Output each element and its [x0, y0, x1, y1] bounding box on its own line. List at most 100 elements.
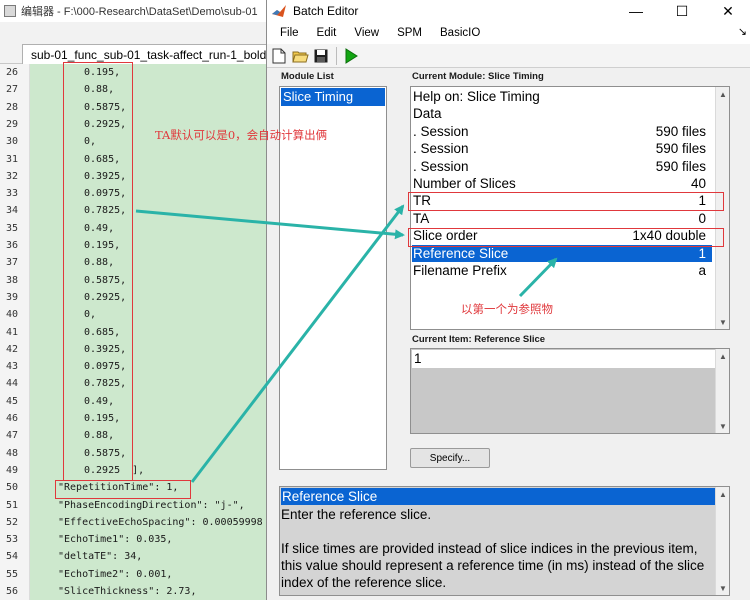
module-param-label: Number of Slices — [413, 176, 516, 191]
line-number: 43 — [6, 361, 19, 373]
save-button[interactable] — [311, 46, 331, 66]
help-line — [281, 523, 715, 540]
editor-body[interactable]: 26 27 28 29 30 31 32 33 34 35 36 37 38 39 40 41 42 43 44 45… — [0, 64, 300, 600]
code-line[interactable]: "EffectiveEchoSpacing": 0.00059998 — [58, 514, 263, 531]
line-number: 26 — [6, 67, 19, 78]
module-param-value: 590 files — [655, 158, 706, 174]
open-button[interactable] — [290, 46, 310, 66]
line-number: 54 — [6, 551, 19, 563]
line-number: 33 — [6, 188, 19, 200]
menu-view[interactable]: View — [345, 23, 388, 43]
slice-times-highlight-box — [63, 62, 133, 481]
module-param-value: 40 — [690, 176, 706, 191]
module-param-row[interactable]: Data — [412, 105, 712, 122]
module-list-label: Module List — [281, 71, 334, 82]
run-button[interactable] — [341, 46, 361, 66]
line-number: 51 — [6, 499, 19, 511]
editor-app-icon — [4, 5, 16, 17]
code-line[interactable]: "deltaTE": 34, — [58, 548, 142, 565]
editor-file-tab-label: sub-01_func_sub-01_task-affect_run-1_bol… — [31, 47, 267, 62]
line-number: 41 — [6, 326, 19, 338]
line-number: 48 — [6, 447, 19, 459]
new-button[interactable] — [269, 46, 289, 66]
code-line[interactable]: "EchoTime1": 0.035, — [58, 531, 172, 548]
line-number: 49 — [6, 464, 19, 476]
module-param-row[interactable]: . Session 590 files — [412, 123, 712, 140]
slice-order-highlight-box — [408, 228, 724, 247]
module-param-row[interactable]: Filename Prefix a — [412, 262, 712, 279]
current-item-list[interactable]: 1 ▲ ▼ — [410, 348, 730, 434]
line-number-gutter: 26 27 28 29 30 31 32 33 34 35 36 37 38 39 40 41 42 43 44 45… — [0, 64, 30, 600]
reference-annotation: 以第一个为参照物 — [461, 302, 553, 316]
editor-file-tab[interactable]: sub-01_func_sub-01_task-affect_run-1_bol… — [22, 44, 300, 64]
minimize-button[interactable]: — — [613, 0, 659, 22]
current-item-value[interactable]: 1 — [412, 350, 715, 368]
run-triangle-icon — [345, 47, 358, 64]
menu-edit[interactable]: Edit — [308, 23, 346, 43]
module-param-label: . Session — [413, 123, 469, 139]
minimize-icon: — — [629, 3, 643, 19]
line-number: 39 — [6, 291, 19, 303]
code-line[interactable]: "PhaseEncodingDirection": "j-", — [58, 497, 245, 514]
line-number: 36 — [6, 240, 19, 251]
menu-spm[interactable]: SPM — [388, 23, 431, 43]
help-line: index of the reference slice. — [281, 575, 447, 590]
batch-title: Batch Editor — [293, 4, 359, 18]
module-param-value: a — [698, 263, 706, 278]
repetition-time-highlight-box — [55, 480, 191, 499]
open-folder-icon — [291, 51, 309, 62]
code-line[interactable]: "EchoTime2": 0.001, — [58, 566, 172, 583]
specify-button[interactable]: Specify... — [410, 448, 490, 468]
menu-basicio[interactable]: BasicIO — [431, 23, 489, 43]
module-list[interactable]: Slice Timing — [279, 86, 387, 470]
editor-titlebar: 编辑器 - F:\000-Research\DataSet\Demo\sub-0… — [0, 0, 300, 22]
line-number: 31 — [6, 153, 19, 165]
help-line: If slice times are provided instead of s… — [281, 541, 698, 556]
line-number: 35 — [6, 222, 19, 234]
current-item-scrollbar[interactable]: ▲ ▼ — [715, 349, 729, 433]
line-number: 46 — [6, 413, 19, 424]
module-param-row[interactable]: Reference Slice 1 — [412, 244, 712, 262]
save-disk-icon — [314, 49, 328, 62]
line-number: 45 — [6, 395, 19, 407]
line-number: 52 — [6, 516, 19, 528]
close-button[interactable]: ✕ — [705, 0, 750, 22]
module-param-label: TA — [413, 210, 430, 226]
module-param-label: Reference Slice — [413, 245, 509, 261]
help-panel[interactable]: Reference Slice Enter the reference slic… — [279, 486, 730, 596]
menu-file[interactable]: File — [271, 23, 308, 43]
scroll-up-icon[interactable]: ▲ — [716, 87, 729, 101]
new-file-icon — [272, 48, 286, 63]
line-number: 37 — [6, 257, 19, 269]
line-number: 29 — [6, 118, 19, 130]
batch-titlebar: Batch Editor — ☐ ✕ — [267, 0, 750, 22]
scroll-up-icon[interactable]: ▲ — [716, 487, 729, 501]
scroll-down-icon[interactable]: ▼ — [716, 419, 729, 433]
scroll-up-icon[interactable]: ▲ — [716, 349, 729, 363]
module-param-row[interactable]: Number of Slices 40 — [412, 175, 712, 192]
module-param-row[interactable]: Help on: Slice Timing — [412, 88, 712, 105]
line-number: 47 — [6, 430, 19, 442]
maximize-button[interactable]: ☐ — [659, 0, 705, 22]
line-number: 53 — [6, 534, 19, 546]
tr-row-highlight-box — [408, 192, 724, 211]
line-number: 56 — [6, 586, 19, 597]
line-number: 40 — [6, 309, 19, 321]
module-param-label: Filename Prefix — [413, 263, 507, 278]
menu-overflow-icon[interactable]: ↘ — [738, 25, 747, 38]
module-param-label: . Session — [413, 158, 469, 174]
module-item-slice-timing[interactable]: Slice Timing — [281, 88, 385, 106]
module-param-row[interactable]: TA 0 — [412, 210, 712, 227]
line-number: 55 — [6, 568, 19, 580]
line-number: 28 — [6, 101, 19, 113]
module-param-row[interactable]: . Session 590 files — [412, 158, 712, 175]
scroll-down-icon[interactable]: ▼ — [716, 581, 729, 595]
scroll-down-icon[interactable]: ▼ — [716, 315, 729, 329]
module-param-value: 590 files — [655, 141, 706, 157]
module-param-row[interactable]: . Session 590 files — [412, 140, 712, 157]
help-scrollbar[interactable]: ▲ ▼ — [715, 487, 729, 595]
code-editor-window: 编辑器 - F:\000-Research\DataSet\Demo\sub-0… — [0, 0, 300, 600]
line-number: 27 — [6, 84, 19, 96]
line-number: 34 — [6, 205, 19, 217]
code-line[interactable]: "SliceThickness": 2.73, — [58, 583, 196, 600]
